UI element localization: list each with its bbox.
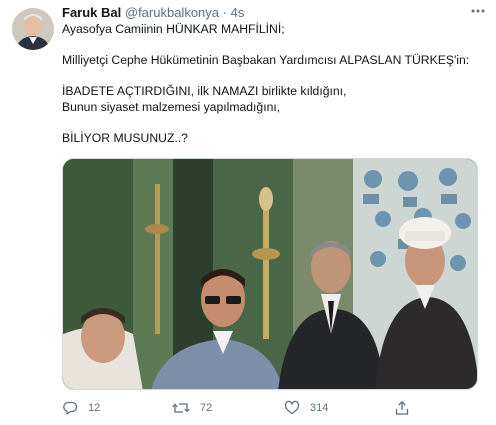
like-button[interactable]: 314: [284, 398, 328, 418]
author-name[interactable]: Faruk Bal: [62, 5, 121, 20]
heart-icon: [284, 400, 300, 415]
tweet-timestamp[interactable]: 4s: [231, 5, 245, 20]
tweet-line: Milliyetçi Cephe Hükümetinin Başbakan Ya…: [62, 53, 470, 67]
like-count: 314: [310, 402, 329, 414]
author-avatar[interactable]: [12, 8, 54, 50]
share-icon: [395, 400, 409, 415]
tweet-line: Ayasofya Camiinin HÜNKAR MAHFİLİNİ;: [62, 22, 285, 36]
more-options-button[interactable]: [468, 4, 488, 18]
avatar-portrait-icon: [12, 8, 54, 50]
tweet-actions: 12 72 314: [58, 398, 478, 418]
retweet-icon: [172, 403, 190, 413]
tweet-line: İBADETE AÇTIRDIĞINI, ilk NAMAZI birlikte…: [62, 84, 347, 98]
tweet-header: Faruk Bal @farukbalkonya · 4s: [62, 5, 244, 20]
header-separator: ·: [222, 5, 227, 20]
reply-button[interactable]: 12: [62, 398, 100, 418]
more-dots-icon: [471, 9, 485, 13]
tweet-photo[interactable]: [62, 158, 478, 390]
tweet-text: Ayasofya Camiinin HÜNKAR MAHFİLİNİ; Mill…: [62, 22, 482, 146]
reply-count: 12: [88, 402, 101, 414]
reply-icon: [63, 401, 78, 415]
tweet-card[interactable]: Faruk Bal @farukbalkonya · 4s Ayasofya C…: [0, 0, 496, 425]
retweet-button[interactable]: 72: [172, 398, 212, 418]
share-button[interactable]: [394, 398, 410, 418]
tweet-line: Bunun siyaset malzemesi yapılmadığını,: [62, 99, 281, 114]
tweet-line: BİLİYOR MUSUNUZ..?: [62, 130, 188, 145]
retweet-count: 72: [200, 402, 213, 414]
historical-photo-icon: [63, 159, 477, 389]
author-handle[interactable]: @farukbalkonya: [125, 5, 219, 20]
